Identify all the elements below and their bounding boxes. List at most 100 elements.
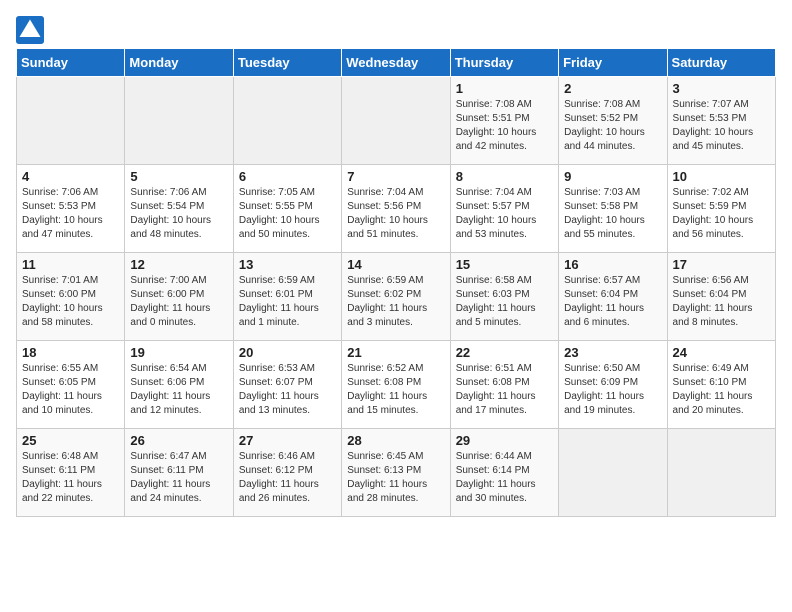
calendar-cell: 14 Sunrise: 6:59 AM Sunset: 6:02 PM Dayli… [342,253,450,341]
day-number: 18 [22,345,119,360]
day-header-monday: Monday [125,49,233,77]
cell-info: Sunrise: 6:56 AM Sunset: 6:04 PM Dayligh… [673,274,770,330]
calendar-cell: 10Sunrise: 7:02 AM Sunset: 5:59 PM Dayli… [667,165,775,253]
calendar-header-row: SundayMondayTuesdayWednesdayThursdayFrid… [17,49,776,77]
calendar-cell: 3 Sunrise: 7:07 AM Sunset: 5:53 PM Daylig… [667,77,775,165]
day-number: 12 [130,257,227,272]
cell-info: Sunrise: 6:47 AM Sunset: 6:11 PM Dayligh… [130,450,227,506]
calendar-week-row: 11Sunrise: 7:01 AM Sunset: 6:00 PM Dayli… [17,253,776,341]
calendar-cell: 28 Sunrise: 6:45 AM Sunset: 6:13 PM Dayli… [342,429,450,517]
day-number: 9 [564,169,661,184]
cell-info: Sunrise: 6:50 AM Sunset: 6:09 PM Dayligh… [564,362,661,418]
day-number: 28 [347,433,444,448]
cell-info: Sunrise: 7:03 AM Sunset: 5:58 PM Dayligh… [564,186,661,242]
calendar-cell: 9 Sunrise: 7:03 AM Sunset: 5:58 PM Daylig… [559,165,667,253]
calendar-cell: 15Sunrise: 6:58 AM Sunset: 6:03 PM Dayli… [450,253,558,341]
cell-info: Sunrise: 7:04 AM Sunset: 5:57 PM Dayligh… [456,186,553,242]
day-number: 13 [239,257,336,272]
day-number: 5 [130,169,227,184]
day-header-sunday: Sunday [17,49,125,77]
calendar-cell: 12 Sunrise: 7:00 AM Sunset: 6:00 PM Dayli… [125,253,233,341]
day-number: 6 [239,169,336,184]
calendar-cell [559,429,667,517]
day-number: 2 [564,81,661,96]
calendar-cell: 16 Sunrise: 6:57 AM Sunset: 6:04 PM Dayli… [559,253,667,341]
calendar-table: SundayMondayTuesdayWednesdayThursdayFrid… [16,48,776,517]
day-number: 21 [347,345,444,360]
cell-info: Sunrise: 6:59 AM Sunset: 6:02 PM Dayligh… [347,274,444,330]
day-number: 16 [564,257,661,272]
calendar-cell [125,77,233,165]
calendar-cell: 18 Sunrise: 6:55 AM Sunset: 6:05 PM Dayli… [17,341,125,429]
calendar-cell [667,429,775,517]
cell-info: Sunrise: 7:05 AM Sunset: 5:55 PM Dayligh… [239,186,336,242]
calendar-cell: 4 Sunrise: 7:06 AM Sunset: 5:53 PM Daylig… [17,165,125,253]
logo-icon [16,16,44,44]
day-number: 3 [673,81,770,96]
day-header-tuesday: Tuesday [233,49,341,77]
day-number: 19 [130,345,227,360]
calendar-cell: 27 Sunrise: 6:46 AM Sunset: 6:12 PM Dayli… [233,429,341,517]
cell-info: Sunrise: 7:06 AM Sunset: 5:53 PM Dayligh… [22,186,119,242]
calendar-cell: 26 Sunrise: 6:47 AM Sunset: 6:11 PM Dayli… [125,429,233,517]
calendar-cell: 17 Sunrise: 6:56 AM Sunset: 6:04 PM Dayli… [667,253,775,341]
cell-info: Sunrise: 6:46 AM Sunset: 6:12 PM Dayligh… [239,450,336,506]
day-number: 26 [130,433,227,448]
calendar-cell: 21 Sunrise: 6:52 AM Sunset: 6:08 PM Dayli… [342,341,450,429]
calendar-cell: 29 Sunrise: 6:44 AM Sunset: 6:14 PM Dayli… [450,429,558,517]
cell-info: Sunrise: 6:53 AM Sunset: 6:07 PM Dayligh… [239,362,336,418]
cell-info: Sunrise: 7:07 AM Sunset: 5:53 PM Dayligh… [673,98,770,154]
calendar-cell: 5 Sunrise: 7:06 AM Sunset: 5:54 PM Daylig… [125,165,233,253]
cell-info: Sunrise: 7:02 AM Sunset: 5:59 PM Dayligh… [673,186,770,242]
logo [16,16,48,44]
calendar-cell [17,77,125,165]
cell-info: Sunrise: 6:52 AM Sunset: 6:08 PM Dayligh… [347,362,444,418]
cell-info: Sunrise: 7:08 AM Sunset: 5:51 PM Dayligh… [456,98,553,154]
day-number: 1 [456,81,553,96]
calendar-week-row: 1 Sunrise: 7:08 AM Sunset: 5:51 PM Daylig… [17,77,776,165]
cell-info: Sunrise: 6:57 AM Sunset: 6:04 PM Dayligh… [564,274,661,330]
calendar-cell: 22 Sunrise: 6:51 AM Sunset: 6:08 PM Dayli… [450,341,558,429]
calendar-cell: 2 Sunrise: 7:08 AM Sunset: 5:52 PM Daylig… [559,77,667,165]
cell-info: Sunrise: 6:45 AM Sunset: 6:13 PM Dayligh… [347,450,444,506]
day-header-saturday: Saturday [667,49,775,77]
cell-info: Sunrise: 6:48 AM Sunset: 6:11 PM Dayligh… [22,450,119,506]
cell-info: Sunrise: 7:04 AM Sunset: 5:56 PM Dayligh… [347,186,444,242]
calendar-cell: 7 Sunrise: 7:04 AM Sunset: 5:56 PM Daylig… [342,165,450,253]
page-header [16,16,776,44]
cell-info: Sunrise: 7:00 AM Sunset: 6:00 PM Dayligh… [130,274,227,330]
cell-info: Sunrise: 6:44 AM Sunset: 6:14 PM Dayligh… [456,450,553,506]
cell-info: Sunrise: 6:54 AM Sunset: 6:06 PM Dayligh… [130,362,227,418]
cell-info: Sunrise: 7:08 AM Sunset: 5:52 PM Dayligh… [564,98,661,154]
calendar-cell [342,77,450,165]
day-number: 27 [239,433,336,448]
calendar-week-row: 4 Sunrise: 7:06 AM Sunset: 5:53 PM Daylig… [17,165,776,253]
day-number: 20 [239,345,336,360]
cell-info: Sunrise: 7:01 AM Sunset: 6:00 PM Dayligh… [22,274,119,330]
day-header-friday: Friday [559,49,667,77]
day-header-wednesday: Wednesday [342,49,450,77]
calendar-cell: 20 Sunrise: 6:53 AM Sunset: 6:07 PM Dayli… [233,341,341,429]
cell-info: Sunrise: 6:55 AM Sunset: 6:05 PM Dayligh… [22,362,119,418]
day-number: 4 [22,169,119,184]
calendar-cell: 24 Sunrise: 6:49 AM Sunset: 6:10 PM Dayli… [667,341,775,429]
day-number: 23 [564,345,661,360]
day-number: 7 [347,169,444,184]
day-number: 17 [673,257,770,272]
calendar-week-row: 18 Sunrise: 6:55 AM Sunset: 6:05 PM Dayli… [17,341,776,429]
cell-info: Sunrise: 6:58 AM Sunset: 6:03 PM Dayligh… [456,274,553,330]
cell-info: Sunrise: 6:51 AM Sunset: 6:08 PM Dayligh… [456,362,553,418]
day-number: 22 [456,345,553,360]
day-number: 25 [22,433,119,448]
day-number: 14 [347,257,444,272]
calendar-cell: 23 Sunrise: 6:50 AM Sunset: 6:09 PM Dayli… [559,341,667,429]
cell-info: Sunrise: 6:59 AM Sunset: 6:01 PM Dayligh… [239,274,336,330]
calendar-cell: 8Sunrise: 7:04 AM Sunset: 5:57 PM Daylig… [450,165,558,253]
day-number: 29 [456,433,553,448]
calendar-cell [233,77,341,165]
calendar-cell: 11Sunrise: 7:01 AM Sunset: 6:00 PM Dayli… [17,253,125,341]
day-number: 24 [673,345,770,360]
calendar-cell: 6 Sunrise: 7:05 AM Sunset: 5:55 PM Daylig… [233,165,341,253]
cell-info: Sunrise: 6:49 AM Sunset: 6:10 PM Dayligh… [673,362,770,418]
cell-info: Sunrise: 7:06 AM Sunset: 5:54 PM Dayligh… [130,186,227,242]
